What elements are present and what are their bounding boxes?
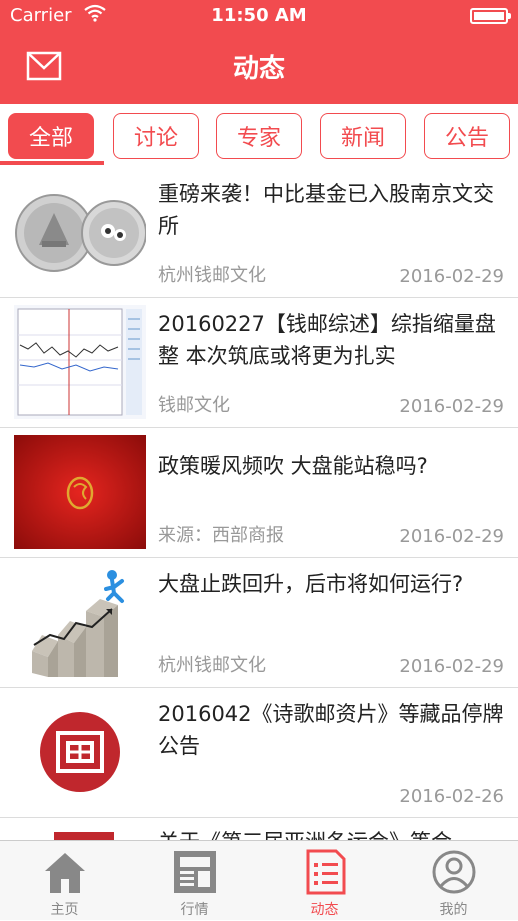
tab-announcements[interactable]: 公告 <box>424 113 510 159</box>
bottom-tab-bar: 主页 行情 动态 我的 <box>0 840 518 920</box>
active-tab-indicator <box>0 161 104 165</box>
news-date: 2016-02-29 <box>399 526 504 547</box>
tabbar-profile[interactable]: 我的 <box>389 841 518 921</box>
partial-list-item-title[interactable]: 关于《第三届亚洲冬运会》等合 <box>158 826 508 840</box>
app-header: Carrier 11:50 AM 动态 <box>0 0 518 104</box>
profile-icon <box>432 850 475 894</box>
battery-icon <box>470 8 511 24</box>
tabbar-news[interactable]: 动态 <box>260 841 389 921</box>
news-source: 来源：西部商报 <box>158 525 284 546</box>
climbing-figure-image <box>14 565 146 679</box>
tab-news[interactable]: 新闻 <box>320 113 406 159</box>
news-title: 20160227【钱邮综述】综指缩量盘整 本次筑底或将更为扎实 <box>158 312 496 368</box>
tabbar-market[interactable]: 行情 <box>130 841 259 921</box>
home-icon <box>44 853 85 893</box>
news-icon <box>306 849 345 895</box>
news-date: 2016-02-29 <box>399 396 504 417</box>
tabbar-market-label: 行情 <box>180 902 209 918</box>
list-item[interactable]: 2016042《诗歌邮资片》等藏品停牌公告 2016-02-26 <box>0 690 518 818</box>
tab-all[interactable]: 全部 <box>8 113 94 159</box>
status-bar: Carrier 11:50 AM <box>0 0 518 32</box>
tabbar-profile-label: 我的 <box>439 902 468 918</box>
list-item[interactable]: 重磅来袭！中比基金已入股南京文交所 杭州钱邮文化 2016-02-29 <box>0 170 518 298</box>
news-title: 政策暖风频吹 大盘能站稳吗? <box>158 454 428 478</box>
tabbar-home-label: 主页 <box>50 902 79 918</box>
list-item[interactable]: 大盘止跌回升，后市将如何运行? 杭州钱邮文化 2016-02-29 <box>0 560 518 688</box>
tab-discussion[interactable]: 讨论 <box>113 113 199 159</box>
news-source: 杭州钱邮文化 <box>158 265 266 286</box>
stock-chart-image <box>14 305 146 419</box>
red-seal-image <box>14 435 146 549</box>
news-title: 大盘止跌回升，后市将如何运行? <box>158 572 464 596</box>
coins-image <box>14 175 146 289</box>
page-title: 动态 <box>232 54 285 84</box>
news-source: 钱邮文化 <box>158 395 230 416</box>
status-time: 11:50 AM <box>211 5 307 26</box>
list-item[interactable]: 政策暖风频吹 大盘能站稳吗? 来源：西部商报 2016-02-29 <box>0 430 518 558</box>
news-date: 2016-02-26 <box>399 786 504 807</box>
news-title: 重磅来袭！中比基金已入股南京文交所 <box>158 182 494 238</box>
news-source: 杭州钱邮文化 <box>158 655 266 676</box>
red-stamp-logo <box>14 695 146 809</box>
tab-experts[interactable]: 专家 <box>216 113 302 159</box>
tabbar-news-label: 动态 <box>310 902 339 918</box>
news-date: 2016-02-29 <box>399 656 504 677</box>
tabbar-home[interactable]: 主页 <box>0 841 129 921</box>
partial-thumb <box>54 832 114 840</box>
list-item[interactable]: 20160227【钱邮综述】综指缩量盘整 本次筑底或将更为扎实 钱邮文化 201… <box>0 300 518 428</box>
news-date: 2016-02-29 <box>399 266 504 287</box>
news-title: 2016042《诗歌邮资片》等藏品停牌公告 <box>158 702 504 758</box>
market-icon <box>173 851 216 893</box>
